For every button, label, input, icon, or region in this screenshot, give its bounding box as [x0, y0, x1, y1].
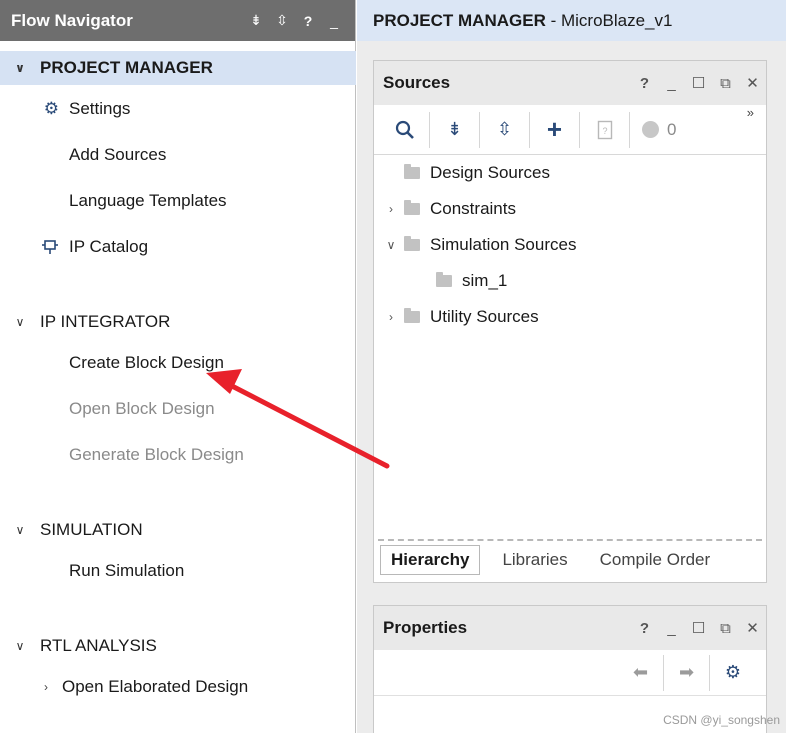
chevron-down-icon[interactable]: ∨: [0, 61, 40, 75]
minimize-icon[interactable]: _: [321, 13, 347, 29]
nav-item-language-templates[interactable]: Language Templates: [0, 185, 356, 217]
collapse-all-icon[interactable]: ⇟: [243, 12, 269, 29]
nav-item-label: Open Elaborated Design: [62, 677, 249, 696]
status-count-value: 0: [667, 119, 677, 139]
tree-item-design-sources[interactable]: Design Sources: [382, 156, 550, 190]
float-icon[interactable]: ⧉: [712, 75, 739, 92]
ip-catalog-icon: [0, 238, 69, 256]
properties-panel-header: Properties ? _ ☐ ⧉ ✕: [374, 606, 766, 650]
help-icon[interactable]: ?: [631, 75, 658, 92]
maximize-icon[interactable]: ☐: [685, 619, 712, 637]
section-rtl-analysis[interactable]: ∨ RTL ANALYSIS: [0, 629, 356, 663]
chevron-right-icon[interactable]: ›: [382, 310, 400, 324]
section-project-manager[interactable]: ∨ PROJECT MANAGER: [0, 51, 356, 85]
chevron-down-icon[interactable]: ∨: [0, 315, 40, 329]
status-count: 0: [630, 120, 676, 140]
tree-item-label: Design Sources: [430, 163, 551, 182]
tree-item-label: sim_1: [462, 271, 508, 290]
section-label: SIMULATION: [40, 520, 143, 539]
tree-item-simulation-sources[interactable]: ∨ Simulation Sources: [382, 228, 577, 262]
chevron-right-icon[interactable]: ›: [382, 202, 400, 216]
minimize-icon[interactable]: _: [658, 75, 685, 92]
help-icon[interactable]: ?: [295, 13, 321, 29]
maximize-icon[interactable]: ☐: [685, 74, 712, 92]
section-label: IP INTEGRATOR: [40, 312, 171, 331]
properties-toolbar: ⬅ ➡ ⚙: [374, 650, 766, 696]
folder-icon: [404, 236, 420, 251]
close-icon[interactable]: ✕: [739, 619, 766, 637]
more-icon[interactable]: »: [747, 105, 754, 120]
section-simulation[interactable]: ∨ SIMULATION: [0, 513, 356, 547]
nav-item-open-block-design[interactable]: Open Block Design: [0, 393, 356, 425]
search-icon[interactable]: [380, 111, 430, 148]
nav-item-open-elaborated-design[interactable]: › Open Elaborated Design: [0, 671, 356, 703]
nav-item-ip-catalog[interactable]: IP Catalog: [0, 231, 356, 263]
collapse-all-icon[interactable]: ⇟: [430, 111, 480, 148]
sources-tabs: Hierarchy Libraries Compile Order: [380, 545, 732, 575]
svg-text:?: ?: [602, 126, 607, 136]
tabs-divider: [378, 539, 762, 541]
flow-navigator-header: Flow Navigator ⇟ ⇳ ? _: [0, 0, 355, 41]
nav-item-label: Generate Block Design: [69, 445, 244, 464]
folder-icon: [404, 200, 420, 215]
tree-item-utility-sources[interactable]: › Utility Sources: [382, 300, 539, 334]
section-ip-integrator[interactable]: ∨ IP INTEGRATOR: [0, 305, 356, 339]
chevron-down-icon[interactable]: ∨: [0, 639, 40, 653]
document-icon[interactable]: ?: [580, 111, 630, 148]
nav-item-settings[interactable]: ⚙ Settings: [0, 93, 356, 125]
forward-arrow-icon[interactable]: ➡: [664, 654, 710, 691]
folder-icon: [404, 164, 420, 179]
expand-all-icon[interactable]: ⇳: [480, 111, 530, 148]
tree-item-label: Simulation Sources: [430, 235, 577, 254]
gear-icon[interactable]: ⚙: [710, 655, 756, 691]
nav-item-label: Run Simulation: [69, 561, 185, 580]
tab-hierarchy[interactable]: Hierarchy: [380, 545, 481, 575]
chevron-down-icon[interactable]: ∨: [0, 523, 40, 537]
properties-panel-title: Properties: [383, 618, 468, 637]
nav-item-label: Open Block Design: [69, 399, 215, 418]
tab-libraries[interactable]: Libraries: [492, 546, 577, 574]
help-icon[interactable]: ?: [631, 620, 658, 637]
main-header-title: PROJECT MANAGER: [373, 10, 546, 30]
folder-icon: [436, 272, 452, 287]
minimize-icon[interactable]: _: [658, 620, 685, 637]
nav-item-label: Create Block Design: [69, 353, 224, 372]
float-icon[interactable]: ⧉: [712, 620, 739, 637]
main-header-project: - MicroBlaze_v1: [545, 10, 673, 30]
nav-item-label: IP Catalog: [69, 237, 149, 256]
watermark: CSDN @yi_songshen: [663, 713, 780, 727]
nav-item-generate-block-design[interactable]: Generate Block Design: [0, 439, 356, 471]
nav-item-create-block-design[interactable]: Create Block Design: [0, 347, 356, 379]
chevron-right-icon[interactable]: ›: [0, 680, 62, 694]
sources-panel-title: Sources: [383, 73, 451, 92]
add-icon[interactable]: +: [530, 111, 580, 148]
sources-toolbar: ⇟ ⇳ + ? 0: [374, 105, 766, 155]
tree-item-label: Utility Sources: [430, 307, 539, 326]
chevron-down-icon[interactable]: ∨: [382, 238, 400, 252]
sources-panel: Sources ? _ ☐ ⧉ ✕ ⇟ ⇳ + ? 0 » Design Sou…: [373, 60, 767, 583]
tree-item-constraints[interactable]: › Constraints: [382, 192, 516, 226]
nav-item-run-simulation[interactable]: Run Simulation: [0, 555, 356, 587]
nav-item-label: Settings: [69, 99, 131, 118]
nav-item-add-sources[interactable]: Add Sources: [0, 139, 356, 171]
nav-item-label: Add Sources: [69, 145, 167, 164]
flow-navigator-title: Flow Navigator: [11, 10, 133, 30]
sources-panel-header: Sources ? _ ☐ ⧉ ✕: [374, 61, 766, 105]
expand-all-icon[interactable]: ⇳: [269, 12, 295, 29]
section-label: RTL ANALYSIS: [40, 636, 157, 655]
tab-compile-order[interactable]: Compile Order: [590, 546, 721, 574]
nav-item-label: Language Templates: [69, 191, 227, 210]
section-label: PROJECT MANAGER: [40, 58, 213, 77]
tree-item-label: Constraints: [430, 199, 516, 218]
tree-item-sim-1[interactable]: sim_1: [414, 264, 507, 298]
status-dot-icon: [642, 121, 659, 138]
folder-icon: [404, 308, 420, 323]
close-icon[interactable]: ✕: [739, 74, 766, 92]
flow-navigator: Flow Navigator ⇟ ⇳ ? _ ∨ PROJECT MANAGER…: [0, 0, 356, 733]
main-area: PROJECT MANAGER - MicroBlaze_v1 Sources …: [357, 0, 786, 733]
back-arrow-icon[interactable]: ⬅: [618, 654, 664, 691]
main-header: PROJECT MANAGER - MicroBlaze_v1: [357, 0, 786, 41]
gear-icon: ⚙: [43, 99, 59, 118]
